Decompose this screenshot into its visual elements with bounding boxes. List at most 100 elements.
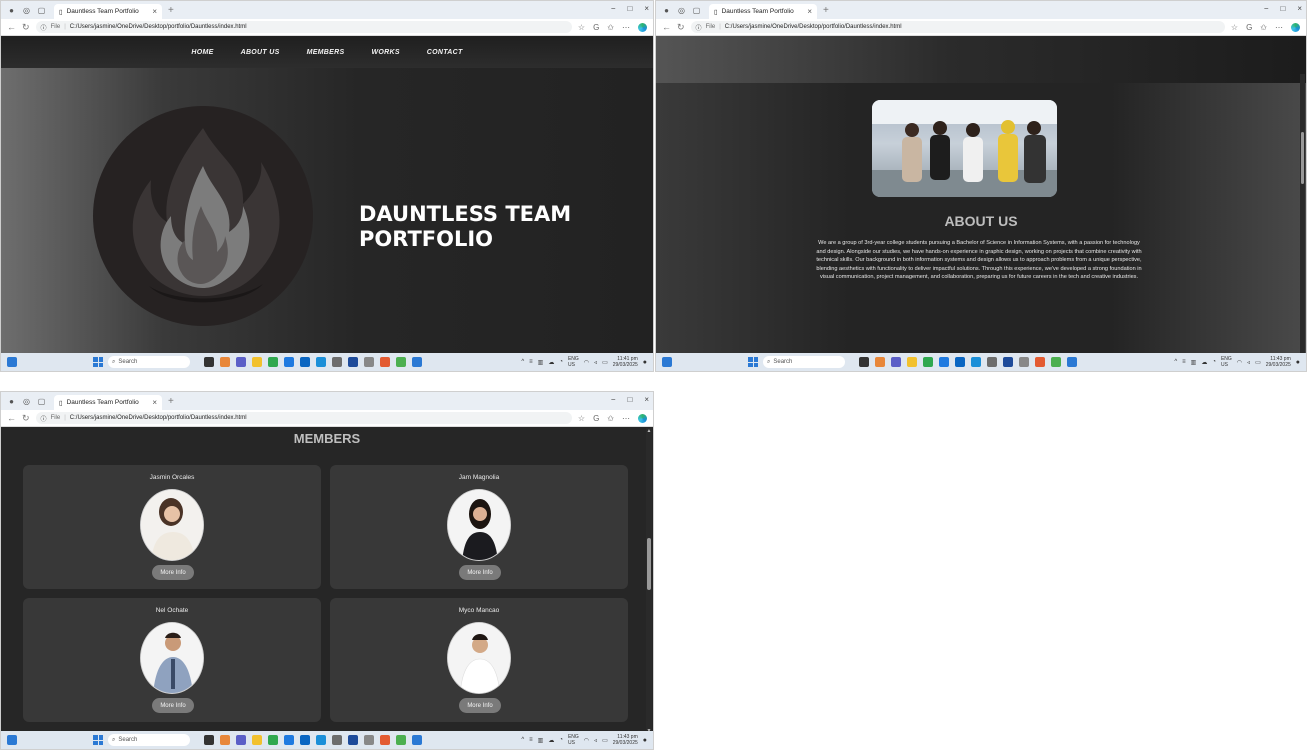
nav-works[interactable]: WORKS	[371, 49, 399, 56]
refresh-icon[interactable]: ↻	[22, 413, 30, 424]
store-icon[interactable]	[300, 357, 310, 367]
back-icon[interactable]: ←	[662, 22, 671, 32]
teams-icon[interactable]	[891, 357, 901, 367]
nav-home[interactable]: HOME	[191, 49, 213, 56]
notification-bell-icon[interactable]: ●	[643, 737, 647, 744]
chrome-icon[interactable]	[268, 735, 278, 745]
close-window-button[interactable]: ×	[644, 395, 649, 404]
maximize-button[interactable]: □	[627, 4, 632, 13]
collections-icon[interactable]: ◎	[22, 397, 31, 406]
favorites-icon[interactable]: ✩	[607, 23, 614, 32]
info-icon[interactable]: ⓘ	[41, 23, 47, 32]
address-bar[interactable]: ⓘ File | C:/Users/jasmine/OneDrive/Deskt…	[35, 21, 572, 33]
tab-actions-icon[interactable]: ▢	[692, 6, 701, 15]
more-icon[interactable]: ⋯	[622, 414, 630, 423]
chrome-icon[interactable]	[923, 357, 933, 367]
more-icon[interactable]: ⋯	[622, 23, 630, 32]
edge-app-icon[interactable]	[971, 357, 981, 367]
outlook-icon[interactable]	[1067, 357, 1077, 367]
teams-icon[interactable]	[236, 735, 246, 745]
more-info-button[interactable]: More Info	[459, 698, 501, 713]
scrollbar-thumb[interactable]	[1301, 132, 1304, 184]
edge-app-icon[interactable]	[316, 735, 326, 745]
app-icon[interactable]	[364, 357, 374, 367]
photoshop-icon[interactable]	[348, 357, 358, 367]
refresh-icon[interactable]: ↻	[22, 22, 30, 33]
edge-icon[interactable]	[939, 357, 949, 367]
profile-icon[interactable]: ●	[662, 6, 671, 15]
copilot-color-icon[interactable]	[380, 357, 390, 367]
app-icon[interactable]	[1019, 357, 1029, 367]
color-app-icon[interactable]	[1051, 357, 1061, 367]
favorite-star-icon[interactable]: ☆	[578, 414, 585, 423]
more-icon[interactable]: ⋯	[1275, 23, 1283, 32]
battery-icon[interactable]: ▭	[602, 359, 608, 366]
back-icon[interactable]: ←	[7, 22, 16, 32]
widgets-icon[interactable]	[662, 357, 672, 367]
task-view-icon[interactable]	[204, 357, 214, 367]
back-icon[interactable]: ←	[7, 413, 16, 423]
close-window-button[interactable]: ×	[644, 4, 649, 13]
tray-app-icon[interactable]: ≡	[1182, 359, 1186, 365]
copilot-icon[interactable]	[1291, 22, 1300, 32]
copilot-color-icon[interactable]	[1035, 357, 1045, 367]
file-explorer-icon[interactable]	[907, 357, 917, 367]
onedrive-icon[interactable]: ☁	[548, 737, 554, 744]
more-info-button[interactable]: More Info	[152, 565, 194, 580]
onedrive-icon[interactable]: ☁	[1201, 359, 1207, 366]
more-info-button[interactable]: More Info	[152, 698, 194, 713]
tray-chart-icon[interactable]: ▥	[1191, 359, 1197, 366]
camera-icon[interactable]	[332, 735, 342, 745]
file-explorer-icon[interactable]	[252, 357, 262, 367]
store-icon[interactable]	[955, 357, 965, 367]
clock[interactable]: 11:43 pm 29/03/2025	[613, 734, 638, 746]
collections-icon[interactable]: ◎	[22, 6, 31, 15]
store-icon[interactable]	[300, 735, 310, 745]
info-icon[interactable]: ⓘ	[41, 414, 47, 423]
clock[interactable]: 11:41 pm 29/03/2025	[613, 356, 638, 368]
copilot-icon[interactable]	[638, 22, 647, 32]
app-icon[interactable]	[364, 735, 374, 745]
nav-about-us[interactable]: ABOUT US	[241, 49, 280, 56]
wifi-icon[interactable]: ◠	[584, 359, 589, 366]
language-indicator[interactable]: ENG US	[568, 734, 579, 746]
widgets-icon[interactable]	[7, 735, 17, 745]
start-menu-icon[interactable]	[93, 357, 103, 367]
photoshop-icon[interactable]	[348, 735, 358, 745]
volume-icon[interactable]: ◃	[594, 737, 597, 744]
tray-app-icon[interactable]: ≡	[529, 359, 533, 365]
favorite-star-icon[interactable]: ☆	[578, 23, 585, 32]
new-tab-button[interactable]: +	[168, 396, 174, 407]
color-app-icon[interactable]	[396, 357, 406, 367]
battery-icon[interactable]: ▭	[602, 737, 608, 744]
copilot-app-icon[interactable]	[220, 735, 230, 745]
scroll-up-icon[interactable]: ▲	[646, 428, 652, 434]
tray-chart-icon[interactable]: ▥	[538, 359, 544, 366]
maximize-button[interactable]: □	[1280, 4, 1285, 13]
onedrive-icon[interactable]: ☁	[548, 359, 554, 366]
tab-actions-icon[interactable]: ▢	[37, 397, 46, 406]
taskbar-search[interactable]: ⌕ Search	[108, 734, 190, 746]
edge-icon[interactable]	[284, 735, 294, 745]
chrome-icon[interactable]	[268, 357, 278, 367]
tray-chevron-icon[interactable]: ^	[521, 737, 524, 743]
profile-icon[interactable]: ●	[7, 6, 16, 15]
minimize-button[interactable]: −	[611, 4, 616, 13]
volume-icon[interactable]: ◃	[594, 359, 597, 366]
volume-icon[interactable]: ◃	[1247, 359, 1250, 366]
task-view-icon[interactable]	[859, 357, 869, 367]
favorite-star-icon[interactable]: ☆	[1231, 23, 1238, 32]
clock[interactable]: 11:43 pm 29/03/2025	[1266, 356, 1291, 368]
taskbar-search[interactable]: ⌕ Search	[763, 356, 845, 368]
favorites-icon[interactable]: ✩	[1260, 23, 1267, 32]
battery-icon[interactable]: ▭	[1255, 359, 1261, 366]
favorites-icon[interactable]: ✩	[607, 414, 614, 423]
notification-bell-icon[interactable]: ●	[643, 359, 647, 366]
copilot-icon[interactable]	[638, 413, 647, 423]
teams-icon[interactable]	[236, 357, 246, 367]
browser-tab[interactable]: ▯ Dauntless Team Portfolio ×	[709, 4, 817, 19]
tray-sync-icon[interactable]: ◔	[559, 737, 563, 743]
edge-app-icon[interactable]	[316, 357, 326, 367]
address-bar[interactable]: ⓘ File | C:/Users/jasmine/OneDrive/Deskt…	[690, 21, 1225, 33]
notification-bell-icon[interactable]: ●	[1296, 359, 1300, 366]
